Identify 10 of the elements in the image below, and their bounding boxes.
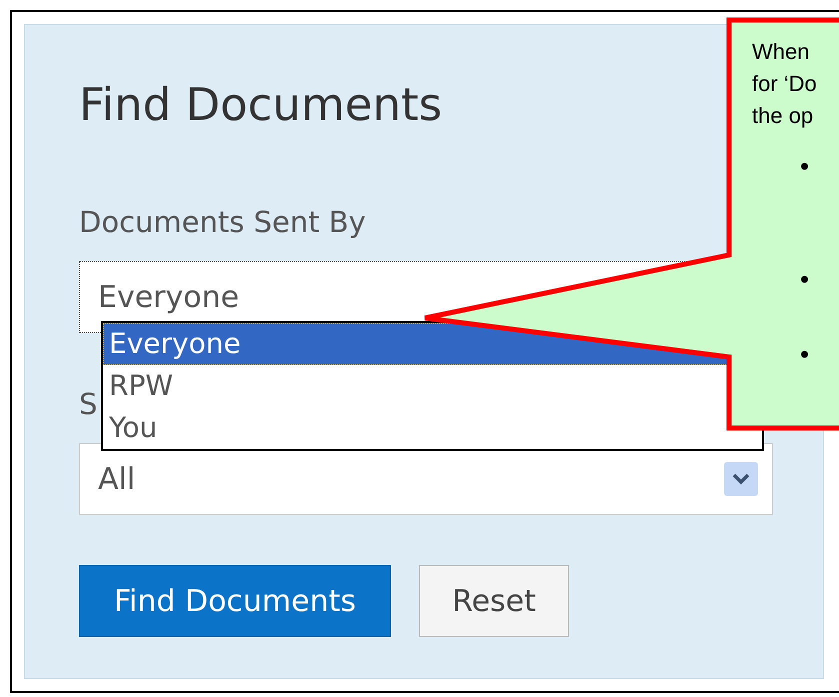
field-label: Documents Sent By	[79, 207, 366, 237]
reset-button[interactable]: Reset	[419, 565, 569, 637]
bullet: •	[800, 153, 810, 179]
field-label: S	[79, 389, 98, 419]
form-title: Find Documents	[79, 81, 442, 129]
chevron-down-icon[interactable]	[724, 462, 758, 496]
find-button[interactable]: Find Documents	[79, 565, 391, 637]
bullet: •	[800, 341, 810, 367]
bullet: •	[800, 266, 810, 292]
callout-text: When for ‘Do the op	[752, 38, 817, 130]
